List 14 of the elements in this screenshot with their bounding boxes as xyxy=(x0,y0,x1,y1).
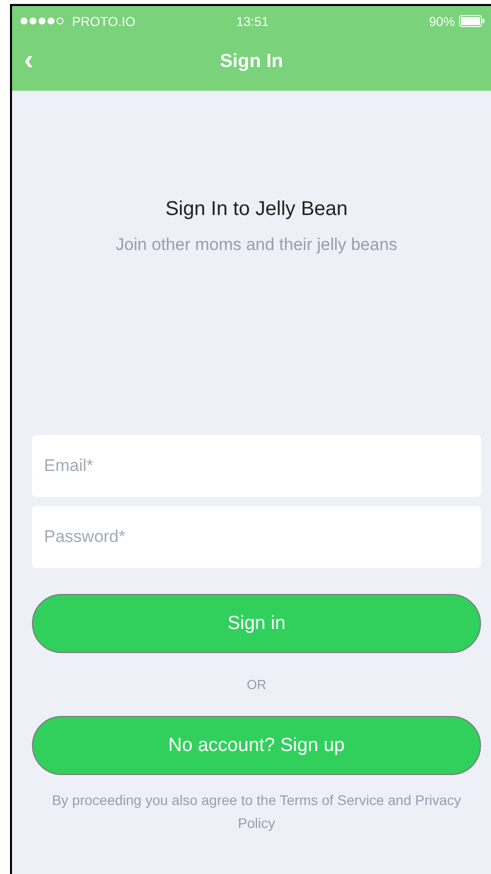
battery-percent: 90% xyxy=(428,14,455,28)
input-field[interactable]: Email* xyxy=(32,435,481,497)
heading: Sign In to Jelly Bean xyxy=(165,198,348,221)
battery-icon xyxy=(458,15,485,27)
back-button[interactable]: ‹ xyxy=(12,44,62,80)
input-field[interactable]: Password* xyxy=(32,506,481,568)
subheading: Join other moms and their jelly beans xyxy=(116,235,398,255)
screen-title: Sign In xyxy=(218,50,284,72)
terms-text: By proceeding you also agree to the Terms of Service and Privacy Policy xyxy=(50,791,462,833)
status-time: 13:51 xyxy=(236,14,269,28)
or-divider: OR xyxy=(246,677,266,692)
sign-in-button[interactable]: Sign in xyxy=(32,594,481,653)
sign-up-button[interactable]: No account? Sign up xyxy=(32,716,481,775)
carrier-name: PROTO.IO xyxy=(72,14,136,28)
